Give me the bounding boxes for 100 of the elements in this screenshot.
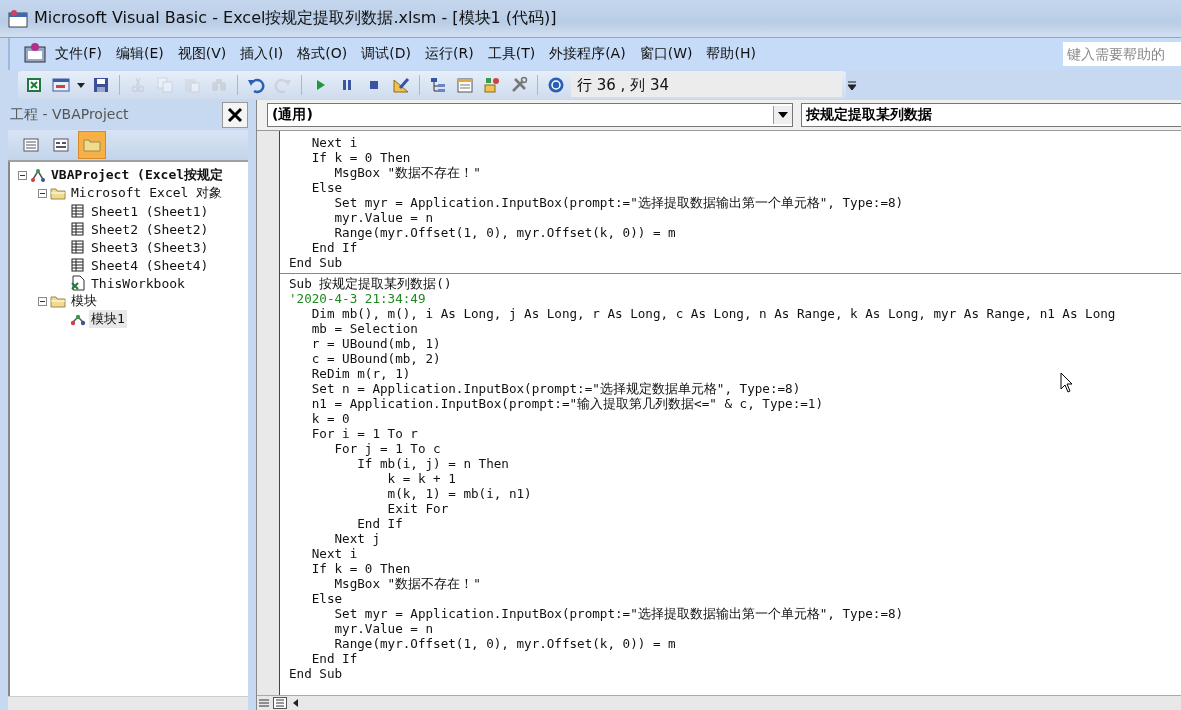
menu-item[interactable]: 插入(I) xyxy=(233,42,291,66)
code-line: End If xyxy=(310,240,358,255)
code-line: Else xyxy=(310,180,343,195)
tree-item[interactable]: VBAProject (Excel按规定 xyxy=(49,166,226,184)
tree-item[interactable]: Sheet1 (Sheet1) xyxy=(89,203,211,219)
code-comment: '2020-4-3 21:34:49 xyxy=(288,291,426,306)
tree-item[interactable]: Microsoft Excel 对象 xyxy=(69,184,225,202)
vba-menu-icon[interactable] xyxy=(22,42,48,66)
code-line: Set myr = Application.InputBox(prompt:="选择提取数据输出第一个单元格", Type:=8) xyxy=(333,606,904,621)
code-line: myr.Value = n xyxy=(333,621,434,636)
copy-icon xyxy=(156,76,174,94)
view-object-icon xyxy=(52,136,70,154)
code-line: k = k + 1 xyxy=(386,471,456,486)
code-line: ReDim m(r, 1) xyxy=(310,366,411,381)
code-line: Next i xyxy=(310,135,358,150)
code-line: Range(myr.Offset(1, 0), myr.Offset(k, 0)) = m xyxy=(333,636,676,651)
folder-icon xyxy=(50,185,66,201)
view-code-icon xyxy=(22,136,40,154)
code-line: myr.Value = n xyxy=(333,210,434,225)
form-icon xyxy=(52,76,70,94)
tree-icon xyxy=(429,76,447,94)
code-line: Dim mb(), m(), i As Long, j As Long, r As Long, c As Long, n As Range, k As Long, myr As Range, n1 As Long xyxy=(310,306,1116,321)
code-line: c = UBound(mb, 2) xyxy=(310,351,441,366)
code-line: k = 0 xyxy=(310,411,350,426)
code-line: For i = 1 To r xyxy=(310,426,418,441)
code-line: End If xyxy=(310,651,358,666)
full-module-view-icon[interactable] xyxy=(273,697,287,709)
collapse-icon[interactable] xyxy=(38,188,47,198)
shapes-icon xyxy=(483,76,501,94)
procedure-dropdown[interactable]: 按规定提取某列数据 xyxy=(801,103,1181,127)
code-line: n1 = Application.InputBox(prompt:="输入提取第几列数据<=" & c, Type:=1) xyxy=(310,396,823,411)
redo-icon xyxy=(274,76,292,94)
window-title: Microsoft Visual Basic - Excel按规定提取列数据.xlsm - [模块1 (代码)] xyxy=(34,8,557,29)
menu-item[interactable]: 视图(V) xyxy=(170,42,234,66)
scissors-icon xyxy=(129,76,147,94)
menu-item[interactable]: 格式(O) xyxy=(290,42,355,66)
code-line: m(k, 1) = mb(i, n1) xyxy=(386,486,532,501)
workbook-icon xyxy=(70,275,86,291)
code-line: Sub 按规定提取某列数据() xyxy=(288,276,452,291)
menu-item[interactable]: 编辑(E) xyxy=(109,42,171,66)
help-icon xyxy=(547,76,565,94)
mouse-pointer-icon xyxy=(1060,372,1074,394)
code-line: Set myr = Application.InputBox(prompt:="选择提取数据输出第一个单元格", Type:=8) xyxy=(333,195,904,210)
paste-icon xyxy=(183,76,201,94)
caret-icon xyxy=(778,112,788,118)
sheet-icon xyxy=(70,239,86,255)
collapse-icon[interactable] xyxy=(18,170,27,180)
toolbar-options-icon[interactable] xyxy=(846,78,858,92)
sheet-icon xyxy=(70,203,86,219)
code-line: r = UBound(mb, 1) xyxy=(310,336,441,351)
properties-icon xyxy=(456,76,474,94)
folder-icon xyxy=(83,136,101,154)
menu-item[interactable]: 窗口(W) xyxy=(632,42,700,66)
cursor-position: 行 36 , 列 34 xyxy=(571,73,842,97)
code-line: mb = Selection xyxy=(310,321,418,336)
code-line: End If xyxy=(356,516,403,531)
horizontal-scrollbar[interactable] xyxy=(8,696,248,710)
sheet-icon xyxy=(70,221,86,237)
code-line: End Sub xyxy=(288,666,343,681)
menu-item[interactable]: 外接程序(A) xyxy=(542,42,633,66)
menu-item[interactable]: 帮助(H) xyxy=(699,42,763,66)
collapse-icon[interactable] xyxy=(38,296,47,306)
code-line: For j = 1 To c xyxy=(333,441,441,456)
code-line: Range(myr.Offset(1, 0), myr.Offset(k, 0)) = m xyxy=(333,225,676,240)
undo-icon xyxy=(247,76,265,94)
object-dropdown[interactable]: (通用) xyxy=(267,103,793,127)
project-icon xyxy=(30,167,46,183)
code-line: End Sub xyxy=(288,255,343,270)
tree-item[interactable]: ThisWorkbook xyxy=(89,275,187,291)
tree-item[interactable]: Sheet3 (Sheet3) xyxy=(89,239,211,255)
ruler-pencil-icon xyxy=(392,76,410,94)
binoculars-icon xyxy=(210,76,228,94)
sheet-icon xyxy=(70,257,86,273)
app-icon xyxy=(8,8,28,29)
code-line: Exit For xyxy=(386,501,449,516)
help-search-field[interactable]: 键入需要帮助的 xyxy=(1063,42,1181,66)
menu-item[interactable]: 工具(T) xyxy=(480,42,543,66)
menu-item[interactable]: 文件(F) xyxy=(48,42,109,66)
save-icon xyxy=(92,76,110,94)
tree-item[interactable]: Sheet4 (Sheet4) xyxy=(89,257,211,273)
folder-icon xyxy=(50,293,66,309)
tree-item[interactable]: 模块1 xyxy=(89,310,127,328)
code-line: Next j xyxy=(333,531,380,546)
code-line: If k = 0 Then xyxy=(310,561,411,576)
code-line: Else xyxy=(310,591,343,606)
menu-item[interactable]: 调试(D) xyxy=(354,42,418,66)
menu-item[interactable]: 运行(R) xyxy=(418,42,481,66)
code-line: If mb(i, j) = n Then xyxy=(356,456,509,471)
panel-title: 工程 - VBAProject xyxy=(10,106,129,124)
close-icon xyxy=(227,107,243,123)
code-line: MsgBox "数据不存在！" xyxy=(333,576,481,591)
code-line: If k = 0 Then xyxy=(310,150,411,165)
tools-icon xyxy=(510,76,528,94)
tree-item[interactable]: 模块 xyxy=(69,292,99,310)
tree-item[interactable]: Sheet2 (Sheet2) xyxy=(89,221,211,237)
code-line: Set n = Application.InputBox(prompt:="选择规定数据单元格", Type:=8) xyxy=(310,381,801,396)
code-line: MsgBox "数据不存在！" xyxy=(333,165,481,180)
excel-icon xyxy=(25,76,43,94)
close-button[interactable] xyxy=(222,102,248,128)
code-line: Next i xyxy=(310,546,358,561)
